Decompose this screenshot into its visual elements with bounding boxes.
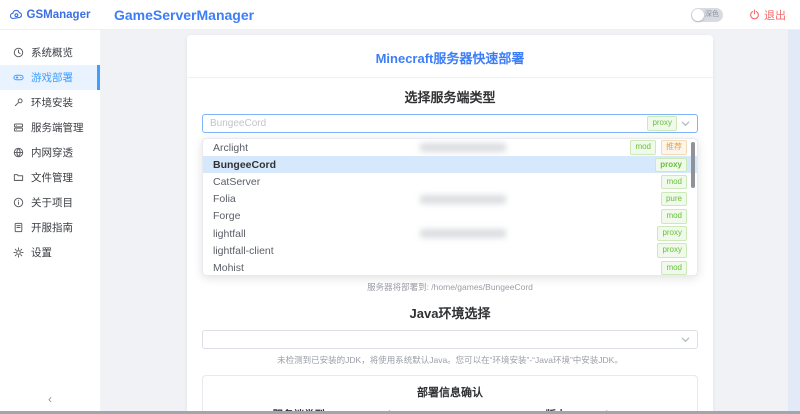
toggle-label: 深色 xyxy=(705,11,719,18)
app-window: GSManager GameServerManager 深色 退出 系统概览 游… xyxy=(0,0,800,414)
sidebar-item-label: 开服指南 xyxy=(31,222,73,234)
network-icon xyxy=(13,147,24,158)
redacted-text xyxy=(420,228,507,238)
page-scrollbar[interactable] xyxy=(788,30,800,414)
gamepad-icon xyxy=(13,72,24,83)
sidebar-collapse-button[interactable]: ‹ xyxy=(0,392,100,406)
option-label: Forge xyxy=(213,210,241,223)
deploy-card: Minecraft服务器快速部署 选择服务端类型 BungeeCord prox… xyxy=(187,35,713,414)
server-type-select[interactable]: BungeeCord proxy xyxy=(202,114,698,133)
sidebar-item-about[interactable]: 关于项目 xyxy=(0,190,100,215)
dropdown-option-mohist[interactable]: Mohist mod xyxy=(203,259,697,275)
theme-toggle[interactable]: 深色 xyxy=(691,7,723,22)
chevron-down-icon xyxy=(681,335,690,344)
sidebar-item-label: 游戏部署 xyxy=(31,72,73,84)
option-label: lightfall-client xyxy=(213,244,274,257)
sidebar-item-server-manage[interactable]: 服务端管理 xyxy=(0,115,100,140)
option-tag: 推荐 xyxy=(661,140,687,155)
redacted-text xyxy=(420,194,507,204)
option-label: Mohist xyxy=(213,261,244,274)
wrench-icon xyxy=(13,97,24,108)
java-note: 未检测到已安装的JDK，将使用系统默认Java。您可以在“环境安装”-“Java… xyxy=(277,355,623,365)
folder-icon xyxy=(13,172,24,183)
dropdown-option-bungeecord[interactable]: BungeeCord proxy xyxy=(203,156,697,174)
page-title: Minecraft服务器快速部署 xyxy=(375,51,525,66)
dropdown-option-forge[interactable]: Forge mod xyxy=(203,208,697,225)
option-tag: proxy xyxy=(657,226,687,241)
option-label: BungeeCord xyxy=(213,158,276,171)
logo: GSManager xyxy=(0,9,100,21)
option-tag: mod xyxy=(630,140,656,155)
guide-icon xyxy=(13,222,24,233)
server-type-heading: 选择服务端类型 xyxy=(404,90,496,105)
server-type-select-value: BungeeCord xyxy=(210,118,267,129)
server-type-dropdown: Arclight mod 推荐 BungeeCord proxy CatServe… xyxy=(202,138,698,276)
topbar: GSManager GameServerManager 深色 退出 xyxy=(0,0,800,30)
option-tag: pure xyxy=(660,191,687,207)
dropdown-option-lightfall[interactable]: lightfall proxy xyxy=(203,225,697,242)
app-title: GameServerManager xyxy=(114,6,255,23)
clock-icon xyxy=(13,47,24,58)
sidebar-item-label: 文件管理 xyxy=(31,172,73,184)
deploy-path-note: 服务器将部署到: /home/games/BungeeCord xyxy=(367,282,533,292)
sidebar-item-label: 关于项目 xyxy=(31,197,73,209)
sidebar-item-label: 系统概览 xyxy=(31,47,73,59)
sidebar-item-label: 设置 xyxy=(31,247,52,259)
sidebar-item-label: 内网穿透 xyxy=(31,147,73,159)
cloud-logo-icon xyxy=(9,9,23,20)
sidebar-item-label: 服务端管理 xyxy=(31,122,84,134)
sidebar-item-overview[interactable]: 系统概览 xyxy=(0,40,100,65)
option-tag: mod xyxy=(661,209,687,224)
sidebar-item-files[interactable]: 文件管理 xyxy=(0,165,100,190)
sidebar: 系统概览 游戏部署 环境安装 服务端管理 内网穿透 文件管理 关于项目 开服指南… xyxy=(0,30,100,414)
redacted-text xyxy=(420,143,507,152)
divider xyxy=(187,77,713,78)
logo-text: GSManager xyxy=(26,8,91,21)
dropdown-option-lightfall-client[interactable]: lightfall-client proxy xyxy=(203,242,697,259)
sidebar-item-guide[interactable]: 开服指南 xyxy=(0,215,100,240)
main-content: Minecraft服务器快速部署 选择服务端类型 BungeeCord prox… xyxy=(100,30,800,414)
logout-button[interactable]: 退出 xyxy=(749,7,786,23)
server-type-select-tag: proxy xyxy=(647,116,677,131)
info-icon xyxy=(13,197,24,208)
option-tag: proxy xyxy=(657,243,687,258)
option-tag: mod xyxy=(661,260,687,275)
chevron-down-icon xyxy=(681,119,690,128)
dropdown-scrollbar[interactable] xyxy=(691,142,695,188)
deploy-info-heading: 部署信息确认 xyxy=(417,387,483,399)
option-tag: mod xyxy=(661,174,687,190)
topbar-actions: 深色 退出 xyxy=(691,7,800,23)
deploy-info-card: 部署信息确认 服务端类型:BungeeCord MC版本:general 构建版… xyxy=(202,375,698,414)
java-heading: Java环境选择 xyxy=(409,306,491,321)
dropdown-option-arclight[interactable]: Arclight mod 推荐 xyxy=(203,139,697,156)
logout-label: 退出 xyxy=(764,9,786,22)
sidebar-item-game-deploy[interactable]: 游戏部署 xyxy=(0,65,100,90)
dropdown-option-catserver[interactable]: CatServer mod xyxy=(203,173,697,190)
sidebar-item-settings[interactable]: 设置 xyxy=(0,240,100,265)
dropdown-option-folia[interactable]: Folia pure xyxy=(203,191,697,208)
server-icon xyxy=(13,122,24,133)
java-select[interactable] xyxy=(202,330,698,349)
sidebar-item-tunnel[interactable]: 内网穿透 xyxy=(0,140,100,165)
sidebar-item-label: 环境安装 xyxy=(31,97,73,109)
sidebar-item-env-install[interactable]: 环境安装 xyxy=(0,90,100,115)
gear-icon xyxy=(13,247,24,258)
option-tag: proxy xyxy=(655,157,687,173)
toggle-knob xyxy=(692,8,704,21)
option-label: CatServer xyxy=(213,175,261,188)
power-icon xyxy=(749,9,760,20)
